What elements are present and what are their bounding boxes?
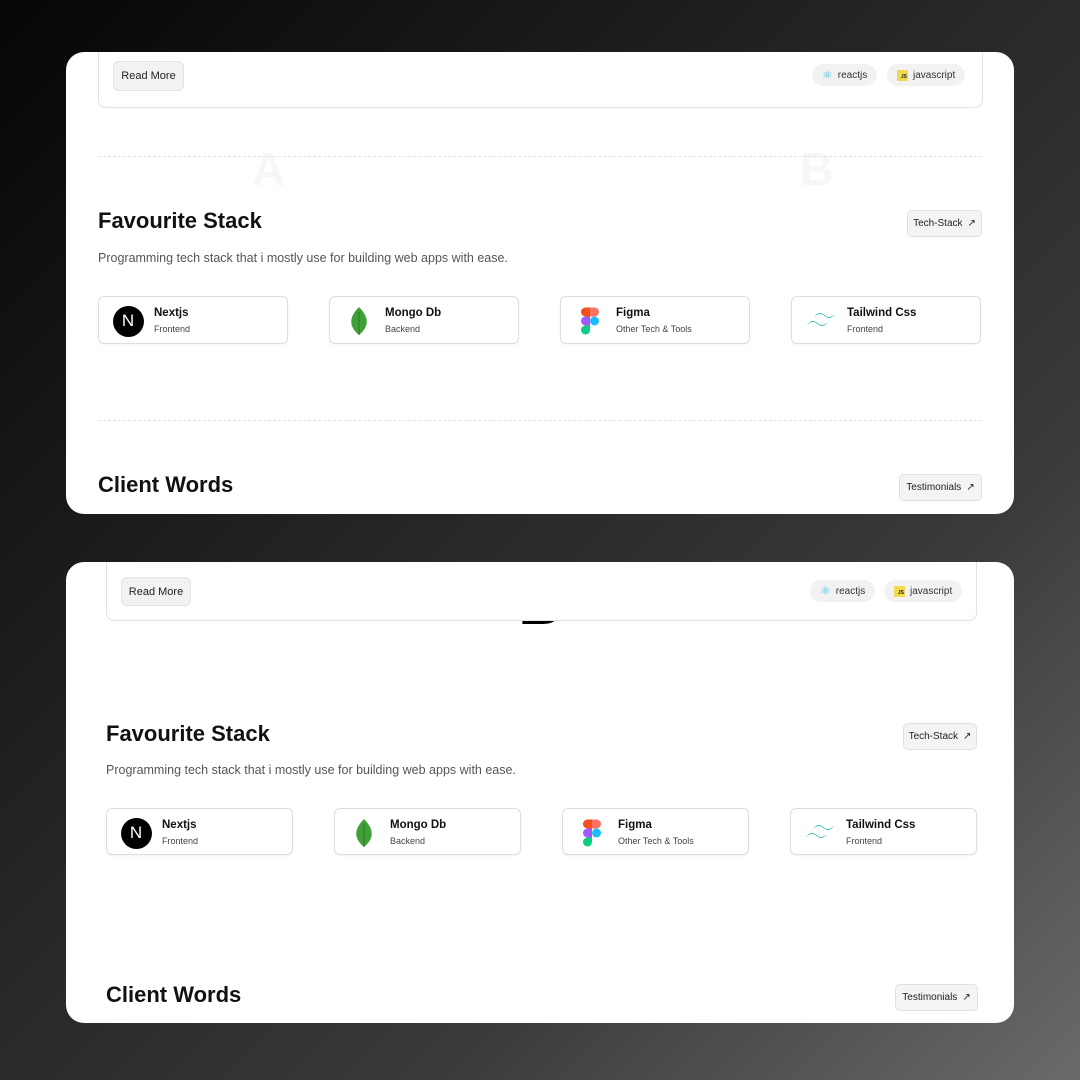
stack-name: Tailwind Css bbox=[846, 819, 916, 831]
stack-category: Frontend bbox=[162, 836, 199, 846]
stack-name: Nextjs bbox=[162, 819, 197, 831]
mongodb-icon bbox=[348, 817, 380, 849]
tag-label: reactjs bbox=[835, 585, 866, 597]
stack-name: Figma bbox=[618, 819, 652, 831]
tag-javascript[interactable]: JS javascript bbox=[884, 580, 963, 602]
stack-category: Backend bbox=[390, 836, 426, 846]
react-icon: ⚛ bbox=[820, 584, 831, 598]
stack-category: Frontend bbox=[847, 324, 884, 334]
mongodb-icon bbox=[343, 305, 375, 337]
tailwind-icon bbox=[805, 305, 837, 337]
favourite-stack-description: Programming tech stack that i mostly use… bbox=[106, 763, 516, 777]
testimonials-button-label: Testimonials bbox=[906, 482, 962, 493]
stack-category: Other Tech & Tools bbox=[616, 324, 692, 334]
read-more-button[interactable]: Read More bbox=[113, 61, 184, 91]
stack-name: Mongo Db bbox=[390, 819, 447, 831]
stack-card-tailwind[interactable]: Tailwind Css Frontend bbox=[791, 296, 981, 344]
stack-card-figma[interactable]: Figma Other Tech & Tools bbox=[560, 296, 750, 344]
client-words-title: Client Words bbox=[106, 982, 242, 1007]
stack-card-mongodb[interactable]: Mongo Db Backend bbox=[329, 296, 519, 344]
comparison-panel-a: A A B Read More ⚛ reactjs JS javascript … bbox=[66, 52, 1014, 514]
tag-label: javascript bbox=[910, 585, 953, 597]
project-card: Read More ⚛ reactjs JS javascript bbox=[106, 562, 977, 621]
read-more-button[interactable]: Read More bbox=[121, 577, 191, 606]
tech-stack-button-label: Tech-Stack bbox=[913, 218, 963, 229]
stack-category: Other Tech & Tools bbox=[618, 836, 694, 846]
react-icon: ⚛ bbox=[822, 68, 833, 82]
stack-name: Mongo Db bbox=[385, 307, 442, 319]
ghost-letter-b: B bbox=[800, 143, 834, 195]
stack-category: Frontend bbox=[154, 324, 191, 334]
tech-stack-button[interactable]: Tech-Stack ↗ bbox=[907, 210, 982, 237]
stack-name: Nextjs bbox=[154, 307, 189, 319]
favourite-stack-description: Programming tech stack that i mostly use… bbox=[98, 251, 508, 265]
section-divider bbox=[98, 420, 982, 421]
stack-name: Tailwind Css bbox=[847, 307, 917, 319]
testimonials-button[interactable]: Testimonials ↗ bbox=[895, 984, 978, 1011]
stack-card-figma[interactable]: Figma Other Tech & Tools bbox=[562, 808, 749, 855]
tag-label: reactjs bbox=[837, 69, 868, 81]
tag-label: javascript bbox=[913, 69, 956, 81]
ghost-letter-a: A bbox=[252, 143, 286, 195]
testimonials-button[interactable]: Testimonials ↗ bbox=[899, 474, 982, 501]
arrow-up-right-icon: ↗ bbox=[967, 218, 976, 229]
javascript-icon: JS bbox=[894, 585, 905, 597]
figma-icon bbox=[574, 305, 606, 337]
tag-reactjs[interactable]: ⚛ reactjs bbox=[810, 580, 876, 602]
favourite-stack-title: Favourite Stack bbox=[106, 721, 270, 746]
project-card: Read More ⚛ reactjs JS javascript bbox=[98, 52, 983, 108]
tag-javascript[interactable]: JS javascript bbox=[887, 64, 966, 86]
tech-stack-button-label: Tech-Stack bbox=[908, 731, 959, 742]
javascript-icon: JS bbox=[897, 69, 908, 81]
stack-category: Frontend bbox=[846, 836, 883, 846]
stack-category: Backend bbox=[385, 324, 421, 334]
favourite-stack-title: Favourite Stack bbox=[98, 208, 262, 233]
stack-card-mongodb[interactable]: Mongo Db Backend bbox=[334, 808, 521, 855]
figma-icon bbox=[576, 817, 608, 849]
arrow-up-right-icon: ↗ bbox=[966, 482, 975, 493]
tech-stack-button[interactable]: Tech-Stack ↗ bbox=[903, 723, 977, 750]
tailwind-icon bbox=[804, 817, 836, 849]
stack-card-tailwind[interactable]: Tailwind Css Frontend bbox=[790, 808, 977, 855]
arrow-up-right-icon: ↗ bbox=[962, 992, 971, 1003]
nextjs-icon: N bbox=[120, 817, 152, 849]
nextjs-icon: N bbox=[112, 305, 144, 337]
section-divider bbox=[98, 156, 982, 157]
stack-card-nextjs[interactable]: N Nextjs Frontend bbox=[98, 296, 288, 344]
client-words-title: Client Words bbox=[98, 472, 234, 497]
arrow-up-right-icon: ↗ bbox=[963, 731, 972, 742]
stack-name: Figma bbox=[616, 307, 650, 319]
testimonials-button-label: Testimonials bbox=[902, 992, 958, 1003]
stack-card-nextjs[interactable]: N Nextjs Frontend bbox=[106, 808, 293, 855]
tag-reactjs[interactable]: ⚛ reactjs bbox=[812, 64, 878, 86]
comparison-panel-b: B Read More ⚛ reactjs JS javascript Favo… bbox=[66, 562, 1014, 1023]
